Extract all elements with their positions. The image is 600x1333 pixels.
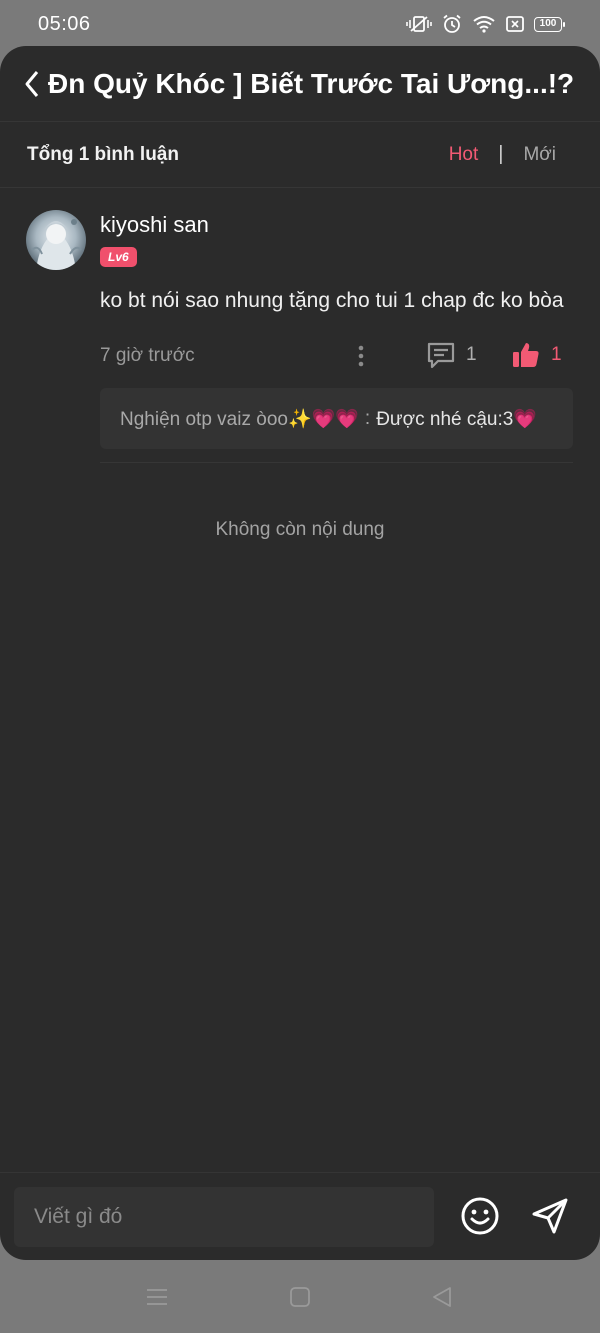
- page-title: Đn Quỷ Khóc ] Biết Trước Tai Ương...!?: [48, 67, 575, 99]
- battery-icon: 100: [534, 16, 565, 32]
- title-bar: Đn Quỷ Khóc ] Biết Trước Tai Ương...!?: [0, 46, 600, 122]
- tab-new[interactable]: Mới: [523, 144, 556, 166]
- sim-icon: [506, 16, 524, 32]
- tab-hot[interactable]: Hot: [449, 144, 479, 166]
- sort-tabs: Hot | Mới: [449, 143, 556, 166]
- like-count: 1: [551, 344, 562, 365]
- end-of-content-message: Không còn nội dung: [215, 519, 385, 540]
- reply-button[interactable]: 1: [426, 340, 477, 370]
- reply-author: Nghiện otp vaiz òoo✨💗💗: [120, 408, 359, 430]
- comment-sheet: Đn Quỷ Khóc ] Biết Trước Tai Ương...!? T…: [0, 46, 600, 1260]
- comment-input[interactable]: [14, 1186, 434, 1247]
- system-nav-bar: [0, 1260, 600, 1333]
- reply-preview[interactable]: Nghiện otp vaiz òoo✨💗💗 : Được nhé cậu:3💗: [100, 388, 573, 449]
- comment-body: kiyoshi san Lv6 ko bt nói sao nhung tặng…: [100, 212, 573, 463]
- comment-text: ko bt nói sao nhung tặng cho tui 1 chap …: [100, 289, 564, 312]
- sort-separator: |: [498, 143, 504, 165]
- like-button[interactable]: 1: [511, 340, 562, 370]
- reply-separator: :: [364, 407, 371, 429]
- status-time: 05:06: [38, 12, 91, 35]
- reply-text: Được nhé cậu:3💗: [376, 408, 537, 430]
- back-icon[interactable]: [22, 67, 48, 101]
- comment-time: 7 giờ trước: [100, 345, 195, 366]
- reply-count: 1: [466, 344, 477, 365]
- send-icon[interactable]: [529, 1195, 571, 1237]
- comment-total: Tổng 1 bình luận: [27, 143, 179, 165]
- comment-item: kiyoshi san Lv6 ko bt nói sao nhung tặng…: [0, 188, 600, 463]
- menu-icon[interactable]: [145, 1285, 169, 1309]
- vibrate-icon: [406, 16, 432, 32]
- level-badge: Lv6: [100, 247, 137, 267]
- status-bar: 05:06 100: [0, 0, 600, 48]
- comment-icon: [427, 342, 455, 369]
- thumbs-up-icon: [513, 343, 539, 367]
- wifi-icon: [473, 16, 495, 33]
- status-icons: 100: [406, 14, 565, 34]
- home-icon[interactable]: [288, 1285, 312, 1309]
- emoji-icon[interactable]: [459, 1195, 501, 1237]
- comment-meta: 7 giờ trước 1 1: [100, 336, 573, 376]
- back-nav-icon[interactable]: [430, 1285, 454, 1309]
- alarm-icon: [443, 14, 461, 33]
- more-options-icon[interactable]: [357, 344, 365, 368]
- avatar[interactable]: [26, 210, 86, 270]
- comment-username[interactable]: kiyoshi san: [100, 212, 573, 238]
- divider: [100, 462, 573, 463]
- comment-input-bar: [0, 1172, 600, 1260]
- comment-summary-bar: Tổng 1 bình luận Hot | Mới: [0, 122, 600, 188]
